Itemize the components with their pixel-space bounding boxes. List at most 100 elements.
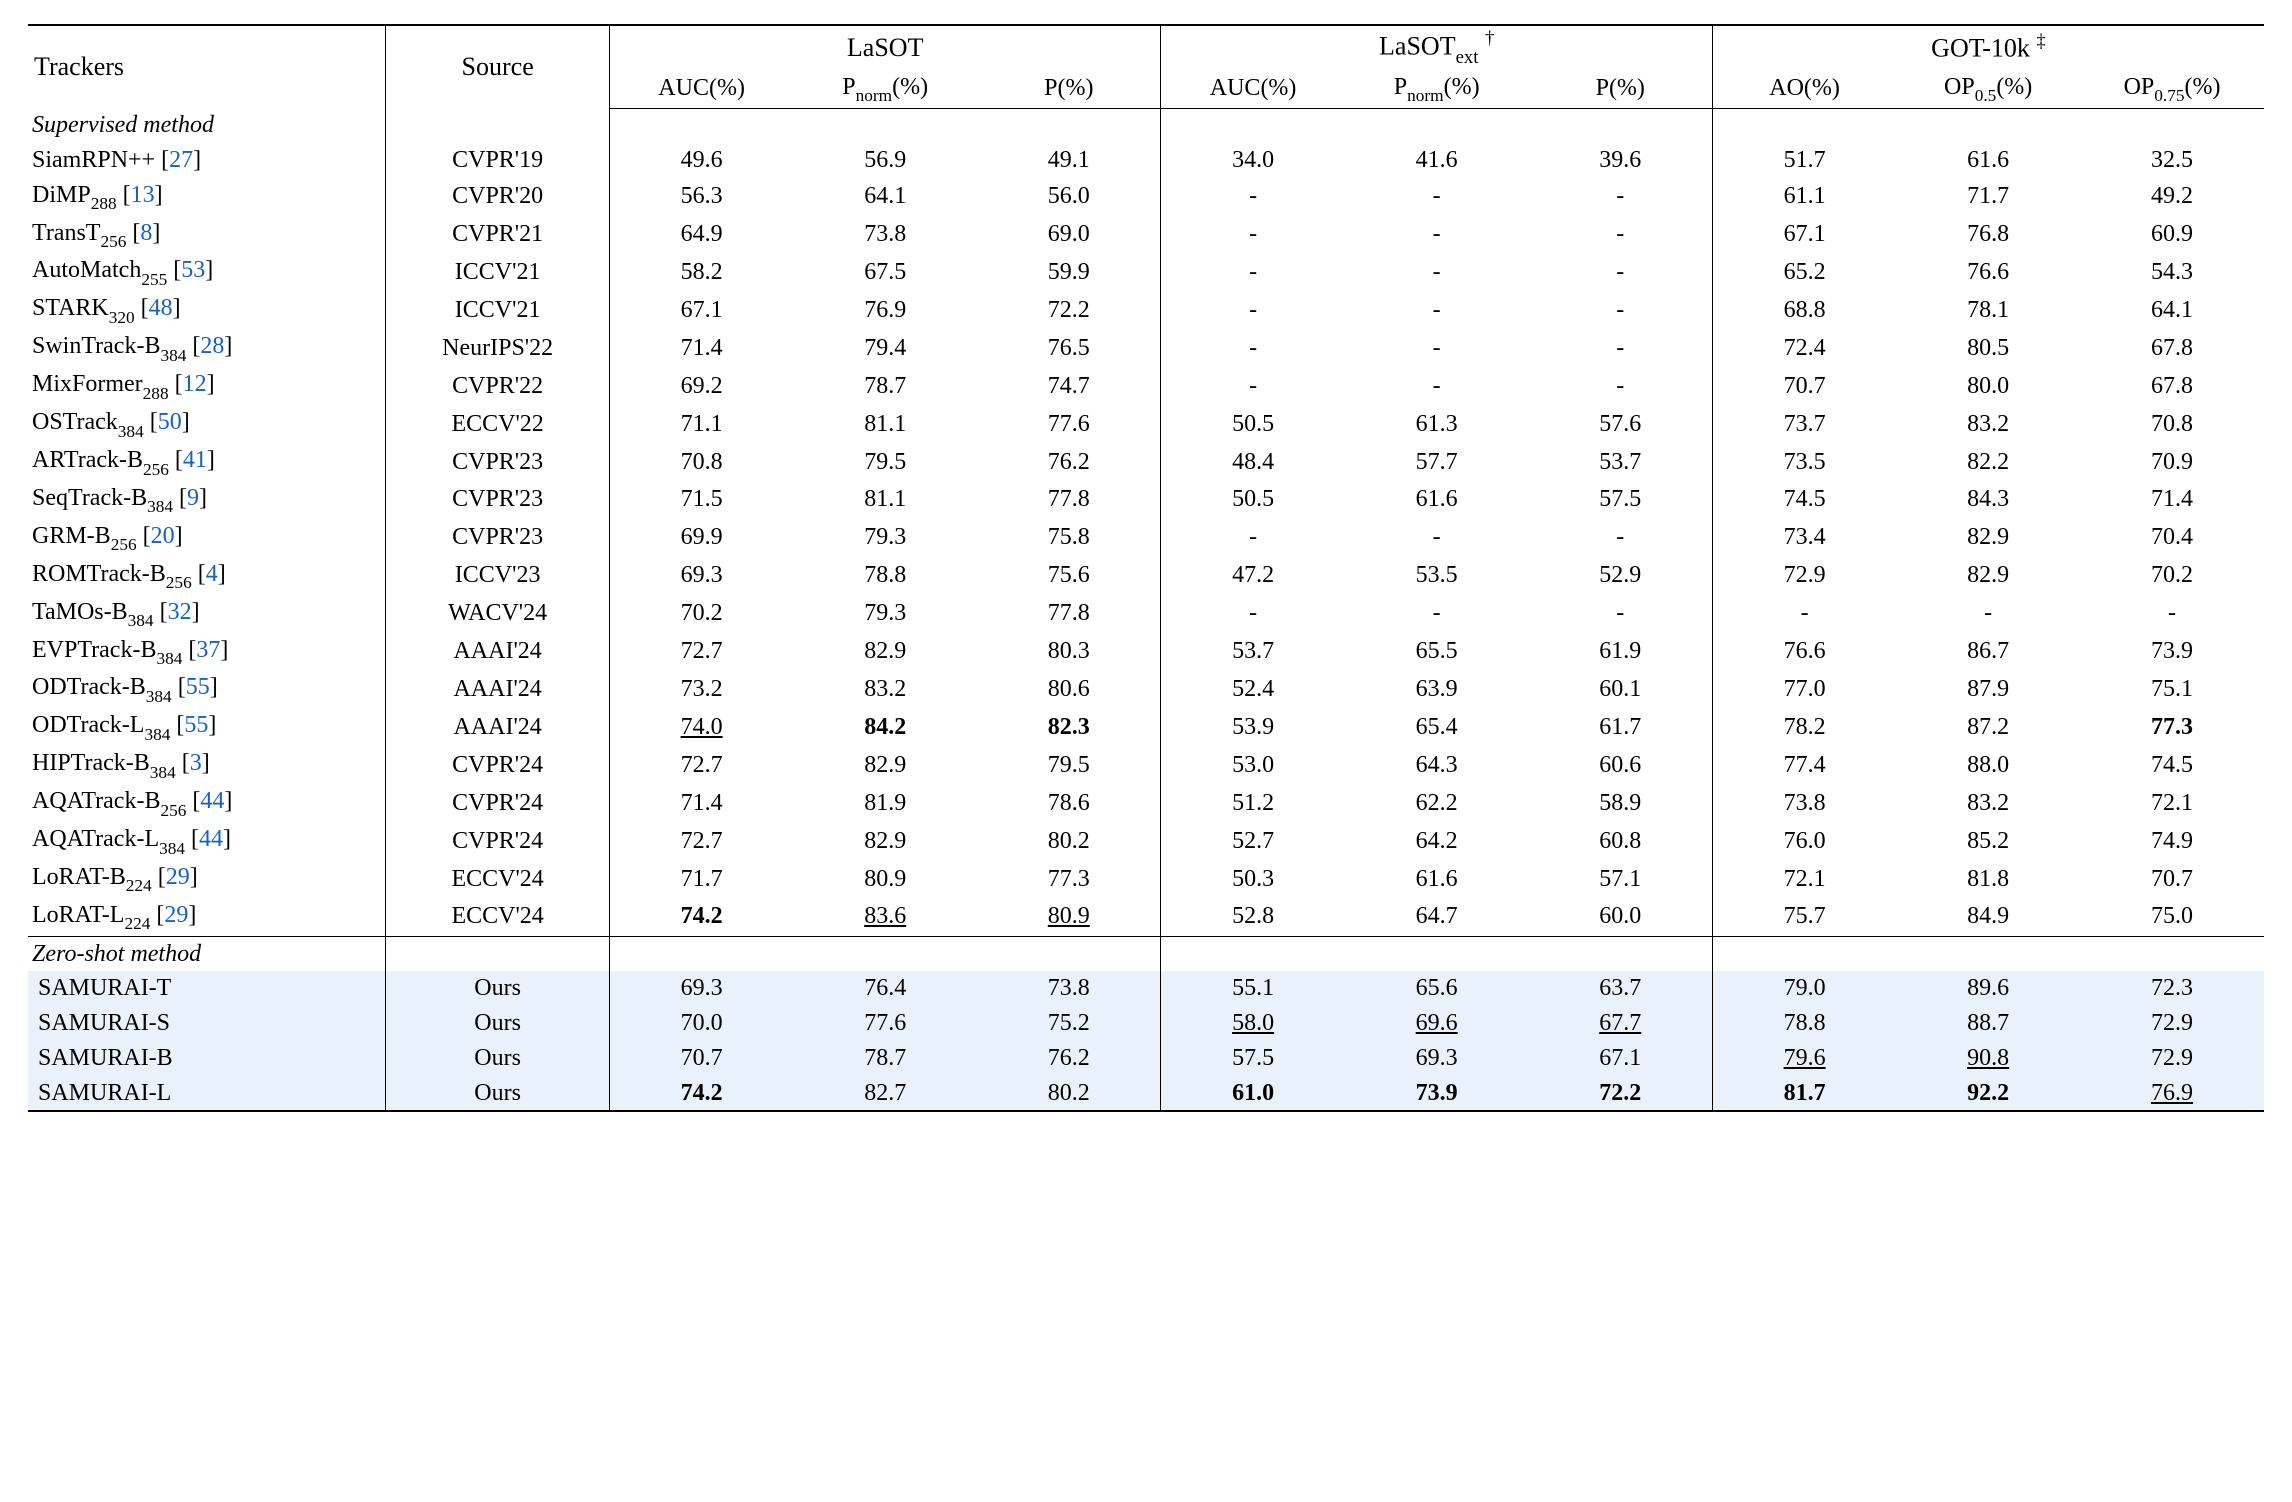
section-label: Zero-shot method bbox=[28, 936, 386, 971]
metric-cell: 61.1 bbox=[1712, 178, 1896, 216]
metric-cell: 75.6 bbox=[977, 557, 1161, 595]
citation-link[interactable]: 8 bbox=[140, 220, 152, 246]
metric-cell: 65.2 bbox=[1712, 253, 1896, 291]
metric-cell: - bbox=[1529, 595, 1713, 633]
tracker-name: HIPTrack-B bbox=[32, 750, 150, 776]
metric-cell: 78.1 bbox=[1896, 291, 2080, 329]
tracker-subscript: 288 bbox=[143, 384, 169, 403]
source-cell: CVPR'19 bbox=[386, 143, 610, 178]
metric-cell: 69.2 bbox=[609, 367, 793, 405]
metric-cell: 77.6 bbox=[793, 1006, 977, 1041]
source-cell: CVPR'24 bbox=[386, 746, 610, 784]
metric-cell: 64.3 bbox=[1345, 746, 1529, 784]
metric-cell: 80.9 bbox=[977, 898, 1161, 936]
metric-cell: 79.5 bbox=[793, 443, 977, 481]
metric-cell: 79.3 bbox=[793, 519, 977, 557]
tracker-cell: STARK320 [48] bbox=[28, 291, 386, 329]
citation-link[interactable]: 28 bbox=[200, 333, 224, 359]
metric-cell: 76.6 bbox=[1896, 253, 2080, 291]
source-cell: ECCV'24 bbox=[386, 898, 610, 936]
metric-cell: 67.1 bbox=[1529, 1041, 1713, 1076]
citation-link[interactable]: 44 bbox=[199, 826, 223, 852]
metric-cell: 65.5 bbox=[1345, 633, 1529, 671]
metric-cell: 76.2 bbox=[977, 443, 1161, 481]
metric-cell: 61.7 bbox=[1529, 708, 1713, 746]
metric-cell: 56.9 bbox=[793, 143, 977, 178]
tracker-cell: TaMOs-B384 [32] bbox=[28, 595, 386, 633]
metric-cell: 75.0 bbox=[2080, 898, 2264, 936]
table-row: TaMOs-B384 [32]WACV'2470.279.377.8------ bbox=[28, 595, 2264, 633]
tracker-name: GRM-B bbox=[32, 523, 111, 549]
tracker-name: EVPTrack-B bbox=[32, 637, 156, 663]
citation-link[interactable]: 55 bbox=[186, 674, 210, 700]
metric-cell: 86.7 bbox=[1896, 633, 2080, 671]
metric-cell: 79.5 bbox=[977, 746, 1161, 784]
source-cell: AAAI'24 bbox=[386, 670, 610, 708]
metric-p-2: P(%) bbox=[1529, 70, 1713, 108]
citation-link[interactable]: 29 bbox=[166, 864, 190, 890]
citation-link[interactable]: 32 bbox=[168, 599, 192, 625]
metric-cell: 53.7 bbox=[1161, 633, 1345, 671]
metric-cell: 54.3 bbox=[2080, 253, 2264, 291]
metric-cell: 76.2 bbox=[977, 1041, 1161, 1076]
citation-link[interactable]: 53 bbox=[181, 257, 205, 283]
citation-link[interactable]: 50 bbox=[158, 409, 182, 435]
metric-cell: 84.2 bbox=[793, 708, 977, 746]
metric-cell: 77.0 bbox=[1712, 670, 1896, 708]
tracker-name: SwinTrack-B bbox=[32, 333, 160, 359]
metric-cell: 81.1 bbox=[793, 481, 977, 519]
metric-cell: - bbox=[1345, 253, 1529, 291]
metric-cell: - bbox=[1161, 178, 1345, 216]
metric-cell: 90.8 bbox=[1896, 1041, 2080, 1076]
metric-cell: 73.9 bbox=[1345, 1076, 1529, 1112]
tracker-name: MixFormer bbox=[32, 371, 143, 397]
citation-link[interactable]: 27 bbox=[169, 147, 193, 173]
metric-cell: 64.1 bbox=[2080, 291, 2264, 329]
metric-cell: 80.3 bbox=[977, 633, 1161, 671]
tracker-cell: ARTrack-B256 [41] bbox=[28, 443, 386, 481]
metric-cell: 80.9 bbox=[793, 860, 977, 898]
metric-cell: - bbox=[2080, 595, 2264, 633]
metric-cell: 70.7 bbox=[1712, 367, 1896, 405]
tracker-name: SAMURAI-B bbox=[38, 1045, 173, 1071]
citation-link[interactable]: 55 bbox=[184, 712, 208, 738]
citation-link[interactable]: 41 bbox=[183, 447, 207, 473]
metric-cell: 71.4 bbox=[2080, 481, 2264, 519]
citation-link[interactable]: 37 bbox=[196, 637, 220, 663]
metric-cell: - bbox=[1529, 519, 1713, 557]
citation-link[interactable]: 44 bbox=[200, 788, 224, 814]
tracker-cell: DiMP288 [13] bbox=[28, 178, 386, 216]
citation-link[interactable]: 48 bbox=[149, 295, 173, 321]
table-row: GRM-B256 [20]CVPR'2369.979.375.8---73.48… bbox=[28, 519, 2264, 557]
metric-cell: 74.0 bbox=[609, 708, 793, 746]
citation-link[interactable]: 9 bbox=[187, 485, 199, 511]
metric-cell: 64.7 bbox=[1345, 898, 1529, 936]
metric-cell: 75.8 bbox=[977, 519, 1161, 557]
tracker-cell: LoRAT-L224 [29] bbox=[28, 898, 386, 936]
metric-cell: 77.3 bbox=[977, 860, 1161, 898]
metric-cell: 73.5 bbox=[1712, 443, 1896, 481]
tracker-subscript: 224 bbox=[126, 876, 152, 895]
citation-link[interactable]: 29 bbox=[164, 902, 188, 928]
metric-cell: 73.2 bbox=[609, 670, 793, 708]
metric-cell: 79.6 bbox=[1712, 1041, 1896, 1076]
citation-link[interactable]: 4 bbox=[206, 561, 218, 587]
metric-cell: - bbox=[1161, 291, 1345, 329]
tracker-name: TransT bbox=[32, 220, 100, 246]
citation-link[interactable]: 12 bbox=[183, 371, 207, 397]
tracker-cell: MixFormer288 [12] bbox=[28, 367, 386, 405]
tracker-name: AQATrack-B bbox=[32, 788, 160, 814]
metric-cell: 87.9 bbox=[1896, 670, 2080, 708]
tracker-cell: SAMURAI-T bbox=[28, 971, 386, 1006]
citation-link[interactable]: 20 bbox=[151, 523, 175, 549]
metric-cell: 83.2 bbox=[1896, 405, 2080, 443]
table-row: LoRAT-B224 [29]ECCV'2471.780.977.350.361… bbox=[28, 860, 2264, 898]
citation-link[interactable]: 13 bbox=[131, 182, 155, 208]
metric-cell: 32.5 bbox=[2080, 143, 2264, 178]
metric-cell: 58.2 bbox=[609, 253, 793, 291]
metric-cell: 61.9 bbox=[1529, 633, 1713, 671]
metric-cell: 49.1 bbox=[977, 143, 1161, 178]
tracker-subscript: 255 bbox=[141, 270, 167, 289]
citation-link[interactable]: 3 bbox=[190, 750, 202, 776]
metric-cell: 60.9 bbox=[2080, 216, 2264, 254]
